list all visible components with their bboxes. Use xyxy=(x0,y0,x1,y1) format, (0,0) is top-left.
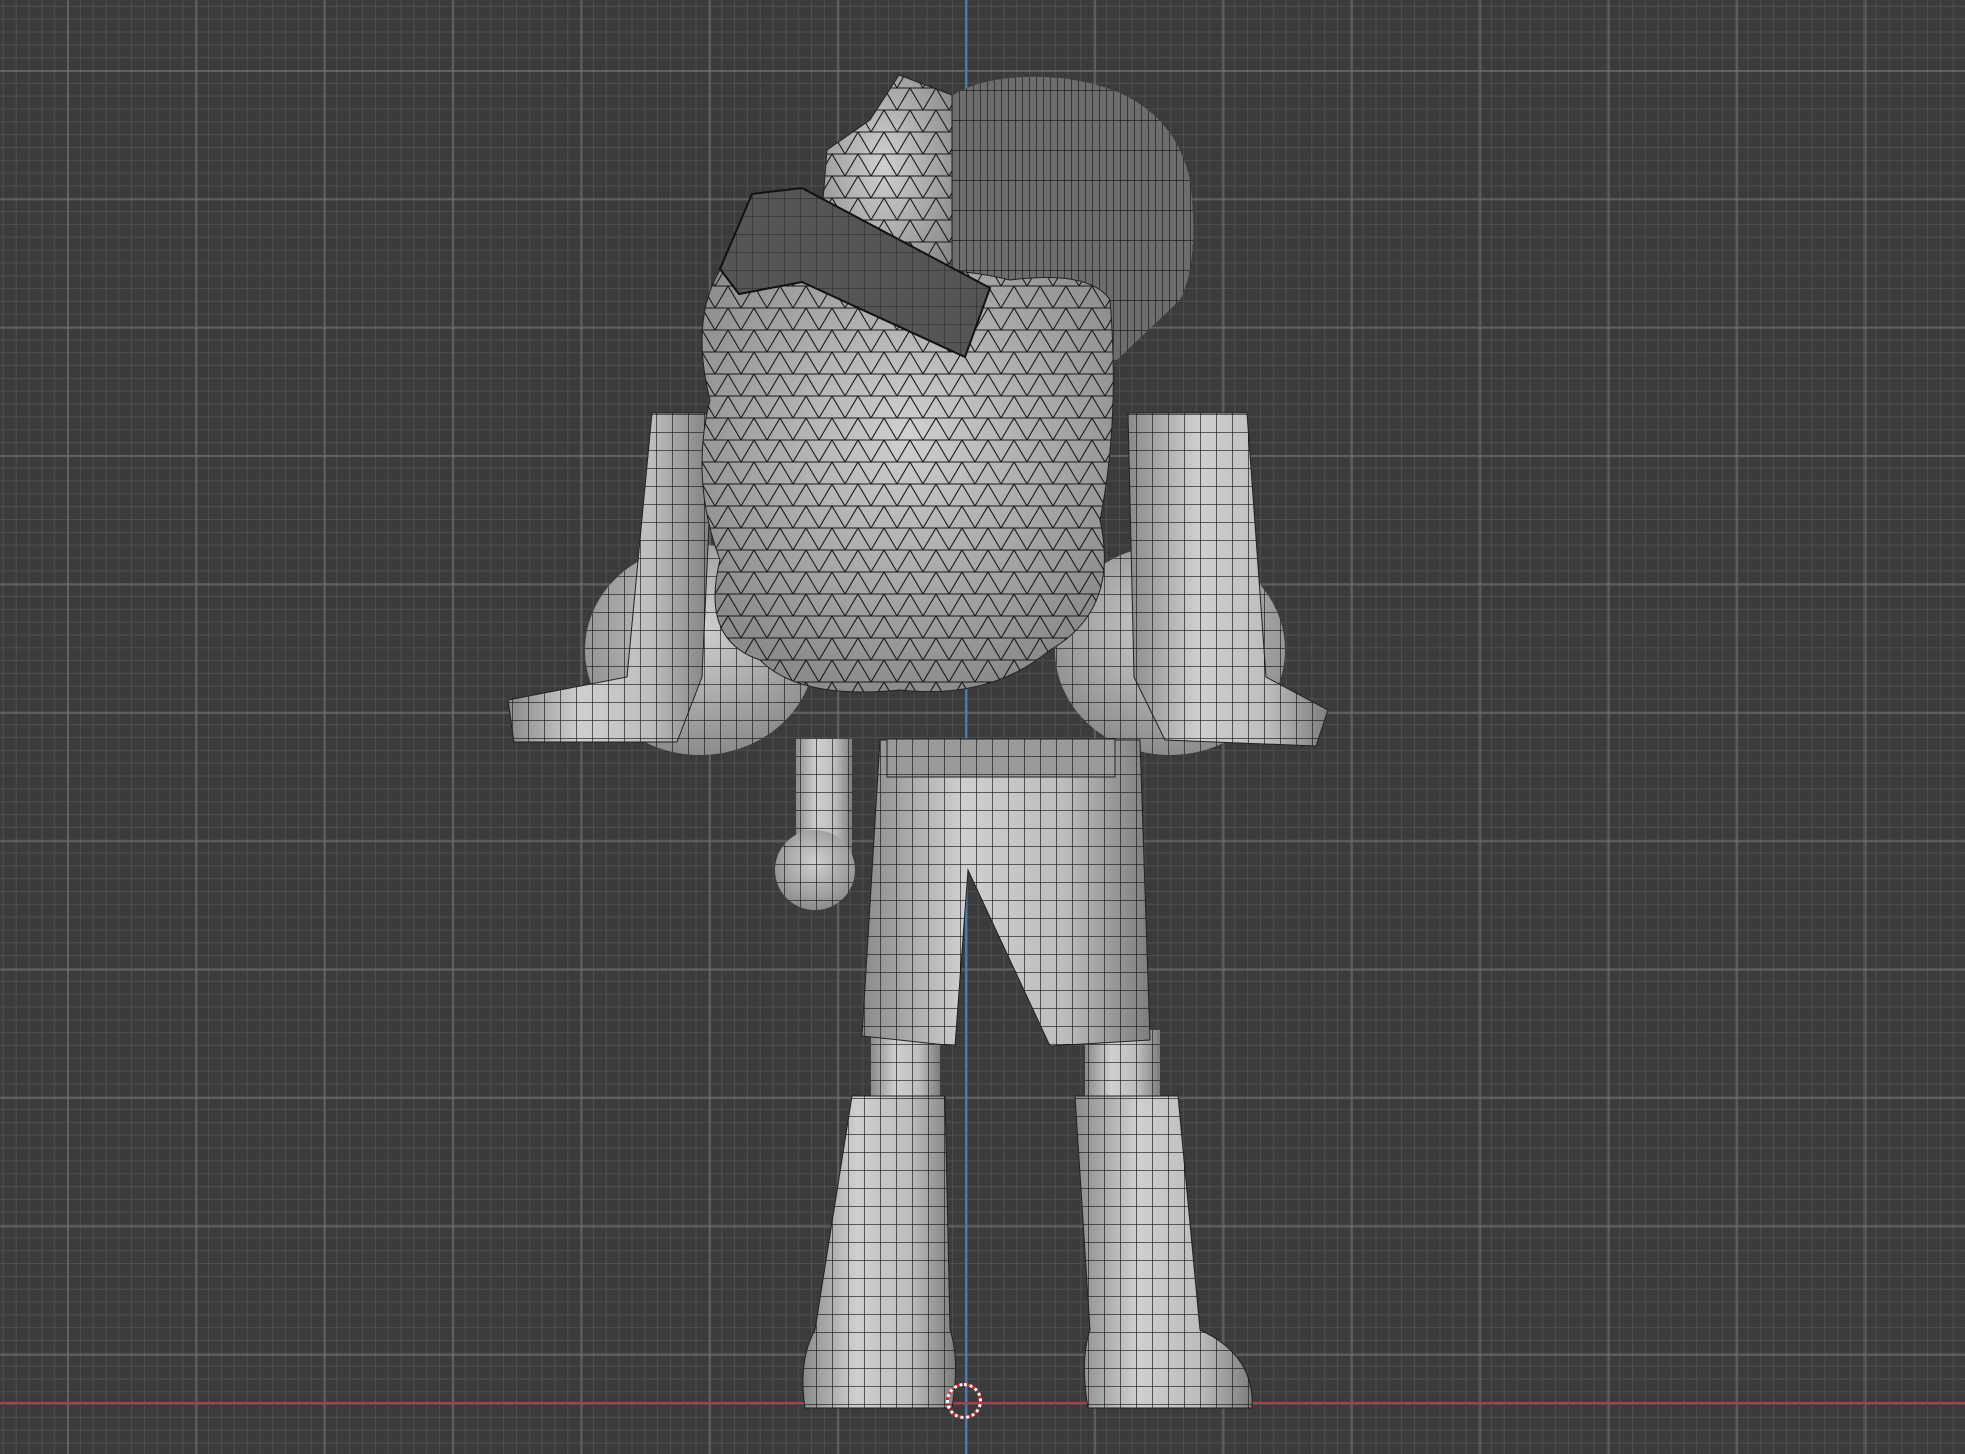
arm-left-mesh xyxy=(507,412,715,743)
3d-viewport[interactable] xyxy=(0,0,1965,1454)
belt-mesh xyxy=(886,738,1116,778)
boot-right-mesh xyxy=(1074,1095,1253,1409)
3d-cursor-icon[interactable] xyxy=(946,1383,982,1419)
shorts-mesh xyxy=(861,739,1151,1047)
character-mesh[interactable] xyxy=(0,0,1965,1454)
fist-mesh xyxy=(775,739,855,910)
boot-left-mesh xyxy=(802,1095,957,1409)
arm-right-mesh xyxy=(1127,412,1329,747)
